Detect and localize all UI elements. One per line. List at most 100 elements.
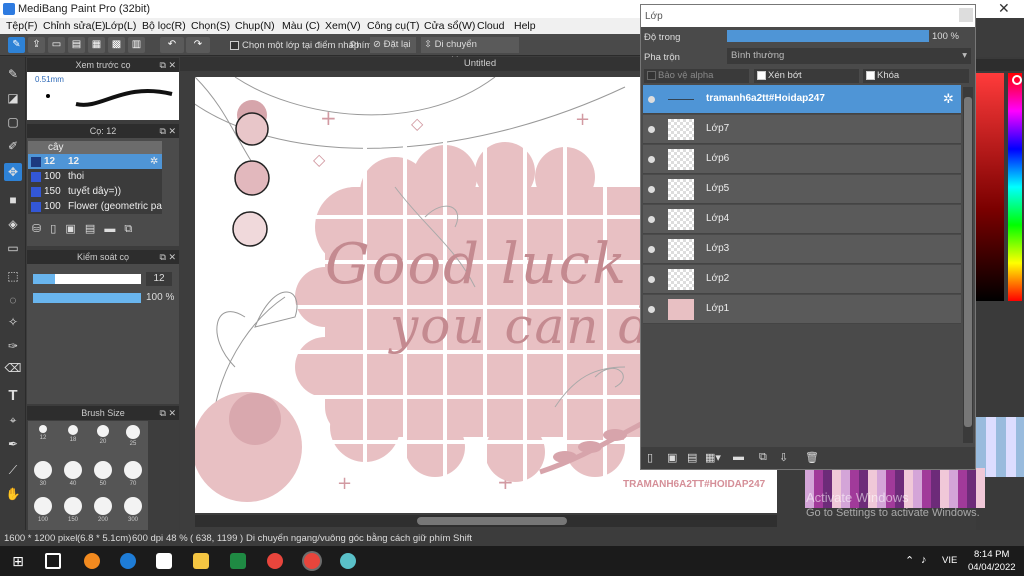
- fill-rect-tool-icon[interactable]: ■: [4, 191, 22, 209]
- panel-close-icon[interactable]: ⧉ ✕: [160, 58, 176, 72]
- select-pen-icon[interactable]: ✑: [4, 337, 22, 355]
- operation-tool-icon[interactable]: ⌖: [4, 411, 22, 429]
- task-view-icon[interactable]: [45, 553, 61, 569]
- move-tool-icon[interactable]: ✥: [4, 163, 22, 181]
- select-layer-checkbox[interactable]: [230, 41, 239, 50]
- pen-tool-icon[interactable]: ✐: [4, 137, 22, 155]
- menu-view[interactable]: Xem(V): [325, 20, 361, 32]
- brush-size-option[interactable]: 20: [88, 421, 118, 461]
- hue-slider[interactable]: [1008, 73, 1022, 301]
- layer-row[interactable]: Lớp2: [643, 265, 961, 294]
- scrollbar-thumb[interactable]: [417, 517, 567, 525]
- visibility-eye-icon[interactable]: [648, 216, 655, 223]
- magic-wand-icon[interactable]: ✧: [4, 313, 22, 331]
- brush-row[interactable]: 12 12 ✲: [28, 154, 162, 169]
- reset-button[interactable]: ⊘ Đặt lại: [370, 37, 416, 53]
- folder-icon[interactable]: ▬: [104, 223, 115, 235]
- layer-scrollbar[interactable]: [963, 87, 973, 443]
- brush-row[interactable]: 100 thoi: [28, 169, 162, 184]
- menu-tools[interactable]: Công cụ(T): [367, 20, 420, 32]
- chrome-active-icon[interactable]: [304, 553, 320, 569]
- brush-download-icon[interactable]: ⛁: [32, 223, 41, 235]
- clip-checkbox[interactable]: [757, 71, 766, 80]
- undo-icon[interactable]: ↶: [160, 37, 184, 53]
- size-value[interactable]: 12: [146, 272, 172, 286]
- eraser-tool-icon[interactable]: ◪: [4, 89, 22, 107]
- duplicate-icon[interactable]: ⧉: [124, 223, 132, 235]
- visibility-eye-icon[interactable]: [648, 156, 655, 163]
- volume-icon[interactable]: ♪: [921, 554, 927, 566]
- layer-row[interactable]: Lớp4: [643, 205, 961, 234]
- lock-toggle[interactable]: Khóa: [863, 69, 969, 83]
- copy-brush-icon[interactable]: ▤: [85, 223, 95, 235]
- menu-cloud[interactable]: Cloud: [477, 20, 504, 32]
- lock-checkbox[interactable]: [866, 71, 875, 80]
- protect-alpha-toggle[interactable]: Bảo vệ alpha: [644, 69, 749, 83]
- hand-tool-icon[interactable]: ✋: [4, 485, 22, 503]
- folder-icon[interactable]: ▬: [733, 451, 744, 463]
- layer-settings-gear-icon[interactable]: ✲: [943, 91, 954, 107]
- brush-tool-icon[interactable]: ✎: [4, 65, 22, 83]
- merge-down-icon[interactable]: ⇩: [779, 451, 788, 464]
- brush-size-option[interactable]: 30: [28, 457, 58, 497]
- layer-row[interactable]: Lớp7: [643, 115, 961, 144]
- panel-close-icon[interactable]: ⧉ ✕: [160, 250, 176, 264]
- layer-window-close-icon[interactable]: [959, 8, 973, 22]
- pen-mode-icon[interactable]: ✎: [8, 37, 25, 53]
- text-tool-icon[interactable]: T: [4, 387, 22, 405]
- bucket-tool-icon[interactable]: ◈: [4, 215, 22, 233]
- gear-icon[interactable]: ✲: [150, 154, 158, 169]
- brush-row[interactable]: 100 Flower (geometric patt: [28, 199, 162, 214]
- brush-size-option[interactable]: 25: [118, 421, 148, 461]
- new-layer-icon[interactable]: ▯: [647, 451, 653, 464]
- menu-select[interactable]: Chọn(S): [191, 20, 230, 32]
- menu-layer[interactable]: Lớp(L): [105, 20, 136, 32]
- redo-icon[interactable]: ↷: [186, 37, 210, 53]
- chat-icon[interactable]: ▤: [68, 37, 85, 53]
- medibang-icon[interactable]: [340, 553, 356, 569]
- visibility-eye-icon[interactable]: [648, 126, 655, 133]
- blend-mode-select[interactable]: Bình thường ▾: [727, 48, 971, 64]
- add-layer-menu-icon[interactable]: ▦▾: [705, 451, 721, 464]
- eyedropper-tool-icon[interactable]: ✒: [4, 435, 22, 453]
- brush-row[interactable]: 150 tuyết dây=)): [28, 184, 162, 199]
- edge-icon[interactable]: [120, 553, 136, 569]
- page-icon[interactable]: ▦: [88, 37, 105, 53]
- duplicate-layer-icon[interactable]: ⧉: [759, 451, 767, 464]
- tray-chevron-icon[interactable]: ⌃: [905, 554, 914, 567]
- brush-size-option[interactable]: 50: [88, 457, 118, 497]
- visibility-eye-icon[interactable]: [648, 246, 655, 253]
- menu-filter[interactable]: Bộ lọc(R): [142, 20, 186, 32]
- firefox-icon[interactable]: [84, 553, 100, 569]
- start-icon[interactable]: ⊞: [10, 553, 26, 569]
- upload-icon[interactable]: ⇪: [28, 37, 45, 53]
- layer-row[interactable]: Lớp5: [643, 175, 961, 204]
- trash-icon[interactable]: 🗑: [805, 451, 819, 464]
- brush-size-option[interactable]: 100: [28, 493, 58, 533]
- layer-row[interactable]: ✲ tramanh6a2tt#Hoidap247: [643, 85, 961, 114]
- size-slider[interactable]: [33, 274, 141, 284]
- brush-size-option[interactable]: 40: [58, 457, 88, 497]
- opacity-slider[interactable]: [33, 293, 141, 303]
- gradient-tool-icon[interactable]: ▭: [4, 239, 22, 257]
- visibility-eye-icon[interactable]: [648, 306, 655, 313]
- store-icon[interactable]: [156, 553, 172, 569]
- visibility-eye-icon[interactable]: [648, 276, 655, 283]
- protect-alpha-checkbox[interactable]: [647, 71, 656, 80]
- layer-row[interactable]: Lớp1: [643, 295, 961, 324]
- menu-color[interactable]: Màu (C): [282, 20, 320, 32]
- grid-icon[interactable]: ▩: [108, 37, 125, 53]
- rect-tool-icon[interactable]: ▢: [4, 113, 22, 131]
- canvas-scrollbar[interactable]: [195, 515, 777, 527]
- chrome-icon[interactable]: [267, 553, 283, 569]
- tile-icon[interactable]: ▥: [128, 37, 145, 53]
- brush-size-option[interactable]: 12: [28, 421, 58, 461]
- visibility-eye-icon[interactable]: [648, 186, 655, 193]
- panel-close-icon[interactable]: ⧉ ✕: [160, 124, 176, 138]
- brush-size-option[interactable]: 300: [118, 493, 148, 533]
- layer-row[interactable]: Lớp3: [643, 235, 961, 264]
- panel-close-icon[interactable]: ⧉ ✕: [160, 406, 176, 420]
- color-picker-handle[interactable]: [1012, 75, 1022, 85]
- layer-opacity-slider[interactable]: [727, 30, 929, 42]
- dropper2-tool-icon[interactable]: ⟋: [4, 461, 22, 479]
